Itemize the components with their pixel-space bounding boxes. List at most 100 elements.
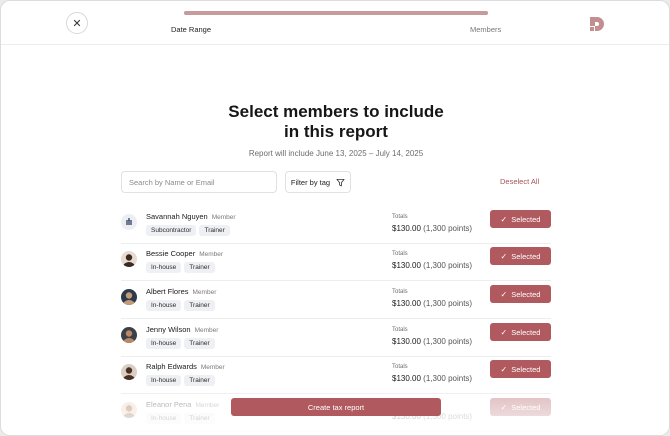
selected-button[interactable]: ✓ Selected (490, 247, 551, 265)
brand-logo-icon (590, 17, 604, 31)
member-tags: In-house Trainer (146, 338, 215, 349)
member-tags: In-house Trainer (146, 300, 215, 311)
funnel-icon (336, 178, 345, 186)
member-name: Ralph Edwards (146, 362, 197, 371)
report-date-range: Report will include June 13, 2025 – July… (248, 149, 424, 158)
member-row[interactable]: Ralph Edwards Member In-house Trainer Tot… (121, 357, 551, 394)
tag: In-house (146, 413, 182, 424)
member-name: Eleanor Pena (146, 400, 192, 409)
avatar (121, 214, 137, 230)
totals-amount: $130.00 (392, 374, 421, 383)
totals-label: Totals (392, 289, 408, 295)
progress-bar (184, 11, 488, 15)
member-role: Member (194, 327, 219, 334)
member-name-line: Bessie Cooper Member (146, 249, 223, 258)
checkmark-icon: ✓ (500, 289, 508, 299)
totals-value: $130.00 (1,300 points) (392, 224, 472, 233)
member-name-line: Ralph Edwards Member (146, 362, 225, 371)
totals-label: Totals (392, 364, 408, 370)
tag: Trainer (184, 413, 215, 424)
totals-value: $130.00 (1,300 points) (392, 337, 472, 346)
page-title-line-1: Select members to include (228, 102, 444, 121)
member-row[interactable]: Savannah Nguyen Member Subcontractor Trai… (121, 207, 551, 244)
progress-fill (184, 11, 488, 15)
member-name-line: Jenny Wilson Member (146, 325, 218, 334)
member-tags: In-house Trainer (146, 413, 215, 424)
checkmark-icon: ✓ (500, 251, 508, 261)
selected-button[interactable]: ✓ Selected (490, 210, 551, 228)
step-date-range[interactable]: Date Range (171, 25, 211, 34)
totals-value: $130.00 (1,300 points) (392, 299, 472, 308)
selected-label: Selected (511, 327, 541, 337)
close-icon: ✕ (72, 17, 82, 30)
checkmark-icon: ✓ (500, 402, 508, 412)
totals-amount: $130.00 (392, 299, 421, 308)
tag: Subcontractor (146, 225, 197, 236)
totals-points: (1,300 points) (423, 261, 473, 270)
tag: Trainer (199, 225, 230, 236)
tag: In-house (146, 338, 182, 349)
selected-label: Selected (511, 289, 541, 299)
tag: Trainer (184, 338, 215, 349)
selected-button[interactable]: ✓ Selected (490, 323, 551, 341)
totals-label: Totals (392, 251, 408, 257)
checkmark-icon: ✓ (500, 364, 508, 374)
tag: In-house (146, 262, 182, 273)
close-button[interactable]: ✕ (66, 12, 88, 34)
filter-by-tag-button[interactable]: Filter by tag (285, 171, 351, 193)
totals-value: $130.00 (1,300 points) (392, 261, 472, 270)
member-row[interactable]: Albert Flores Member In-house Trainer Tot… (121, 282, 551, 319)
totals-label: Totals (392, 327, 408, 333)
checkmark-icon: ✓ (500, 214, 508, 224)
member-tags: In-house Trainer (146, 262, 215, 273)
totals-amount: $130.00 (392, 337, 421, 346)
member-role: Member (195, 402, 220, 409)
member-tags: In-house Trainer (146, 375, 215, 386)
member-tags: Subcontractor Trainer (146, 225, 230, 236)
totals-label: Totals (392, 214, 408, 220)
selected-button[interactable]: ✓ Selected (490, 398, 551, 416)
member-name-line: Savannah Nguyen Member (146, 212, 236, 221)
step-members[interactable]: Members (470, 25, 501, 34)
totals-points: (1,300 points) (423, 224, 473, 233)
header: ✕ Date Range Members (1, 1, 669, 45)
member-name: Jenny Wilson (146, 325, 191, 334)
create-tax-report-button[interactable]: Create tax report (231, 398, 441, 416)
member-name: Albert Flores (146, 287, 189, 296)
deselect-all-link[interactable]: Deselect All (500, 177, 539, 186)
tag: Trainer (184, 262, 215, 273)
avatar (121, 402, 137, 418)
member-row[interactable]: Bessie Cooper Member In-house Trainer Tot… (121, 244, 551, 281)
totals-amount: $130.00 (392, 224, 421, 233)
page-title: Select members to include in this report (1, 102, 669, 142)
totals-points: (1,300 points) (423, 337, 473, 346)
member-name-line: Albert Flores Member (146, 287, 216, 296)
selected-button[interactable]: ✓ Selected (490, 360, 551, 378)
totals-value: $130.00 (1,300 points) (392, 374, 472, 383)
page-title-line-2: in this report (284, 122, 388, 141)
member-role: Member (199, 251, 224, 258)
totals-points: (1,300 points) (423, 374, 473, 383)
totals-points: (1,300 points) (423, 299, 473, 308)
selected-button[interactable]: ✓ Selected (490, 285, 551, 303)
avatar (121, 289, 137, 305)
checkmark-icon: ✓ (500, 327, 508, 337)
report-window: ✕ Date Range Members Select members to i… (0, 0, 670, 436)
selected-label: Selected (511, 364, 541, 374)
tag: Trainer (184, 375, 215, 386)
selected-label: Selected (511, 214, 541, 224)
avatar (121, 364, 137, 380)
totals-amount: $130.00 (392, 261, 421, 270)
avatar (121, 251, 137, 267)
tag: In-house (146, 375, 182, 386)
member-role: Member (211, 214, 236, 221)
member-name: Savannah Nguyen (146, 212, 208, 221)
member-row[interactable]: Jenny Wilson Member In-house Trainer Tota… (121, 320, 551, 357)
search-input[interactable] (121, 171, 277, 193)
filter-label: Filter by tag (290, 177, 331, 187)
member-role: Member (200, 364, 225, 371)
member-name-line: Eleanor Pena Member (146, 400, 219, 409)
member-role: Member (192, 289, 217, 296)
tag: Trainer (184, 300, 215, 311)
member-name: Bessie Cooper (146, 249, 196, 258)
